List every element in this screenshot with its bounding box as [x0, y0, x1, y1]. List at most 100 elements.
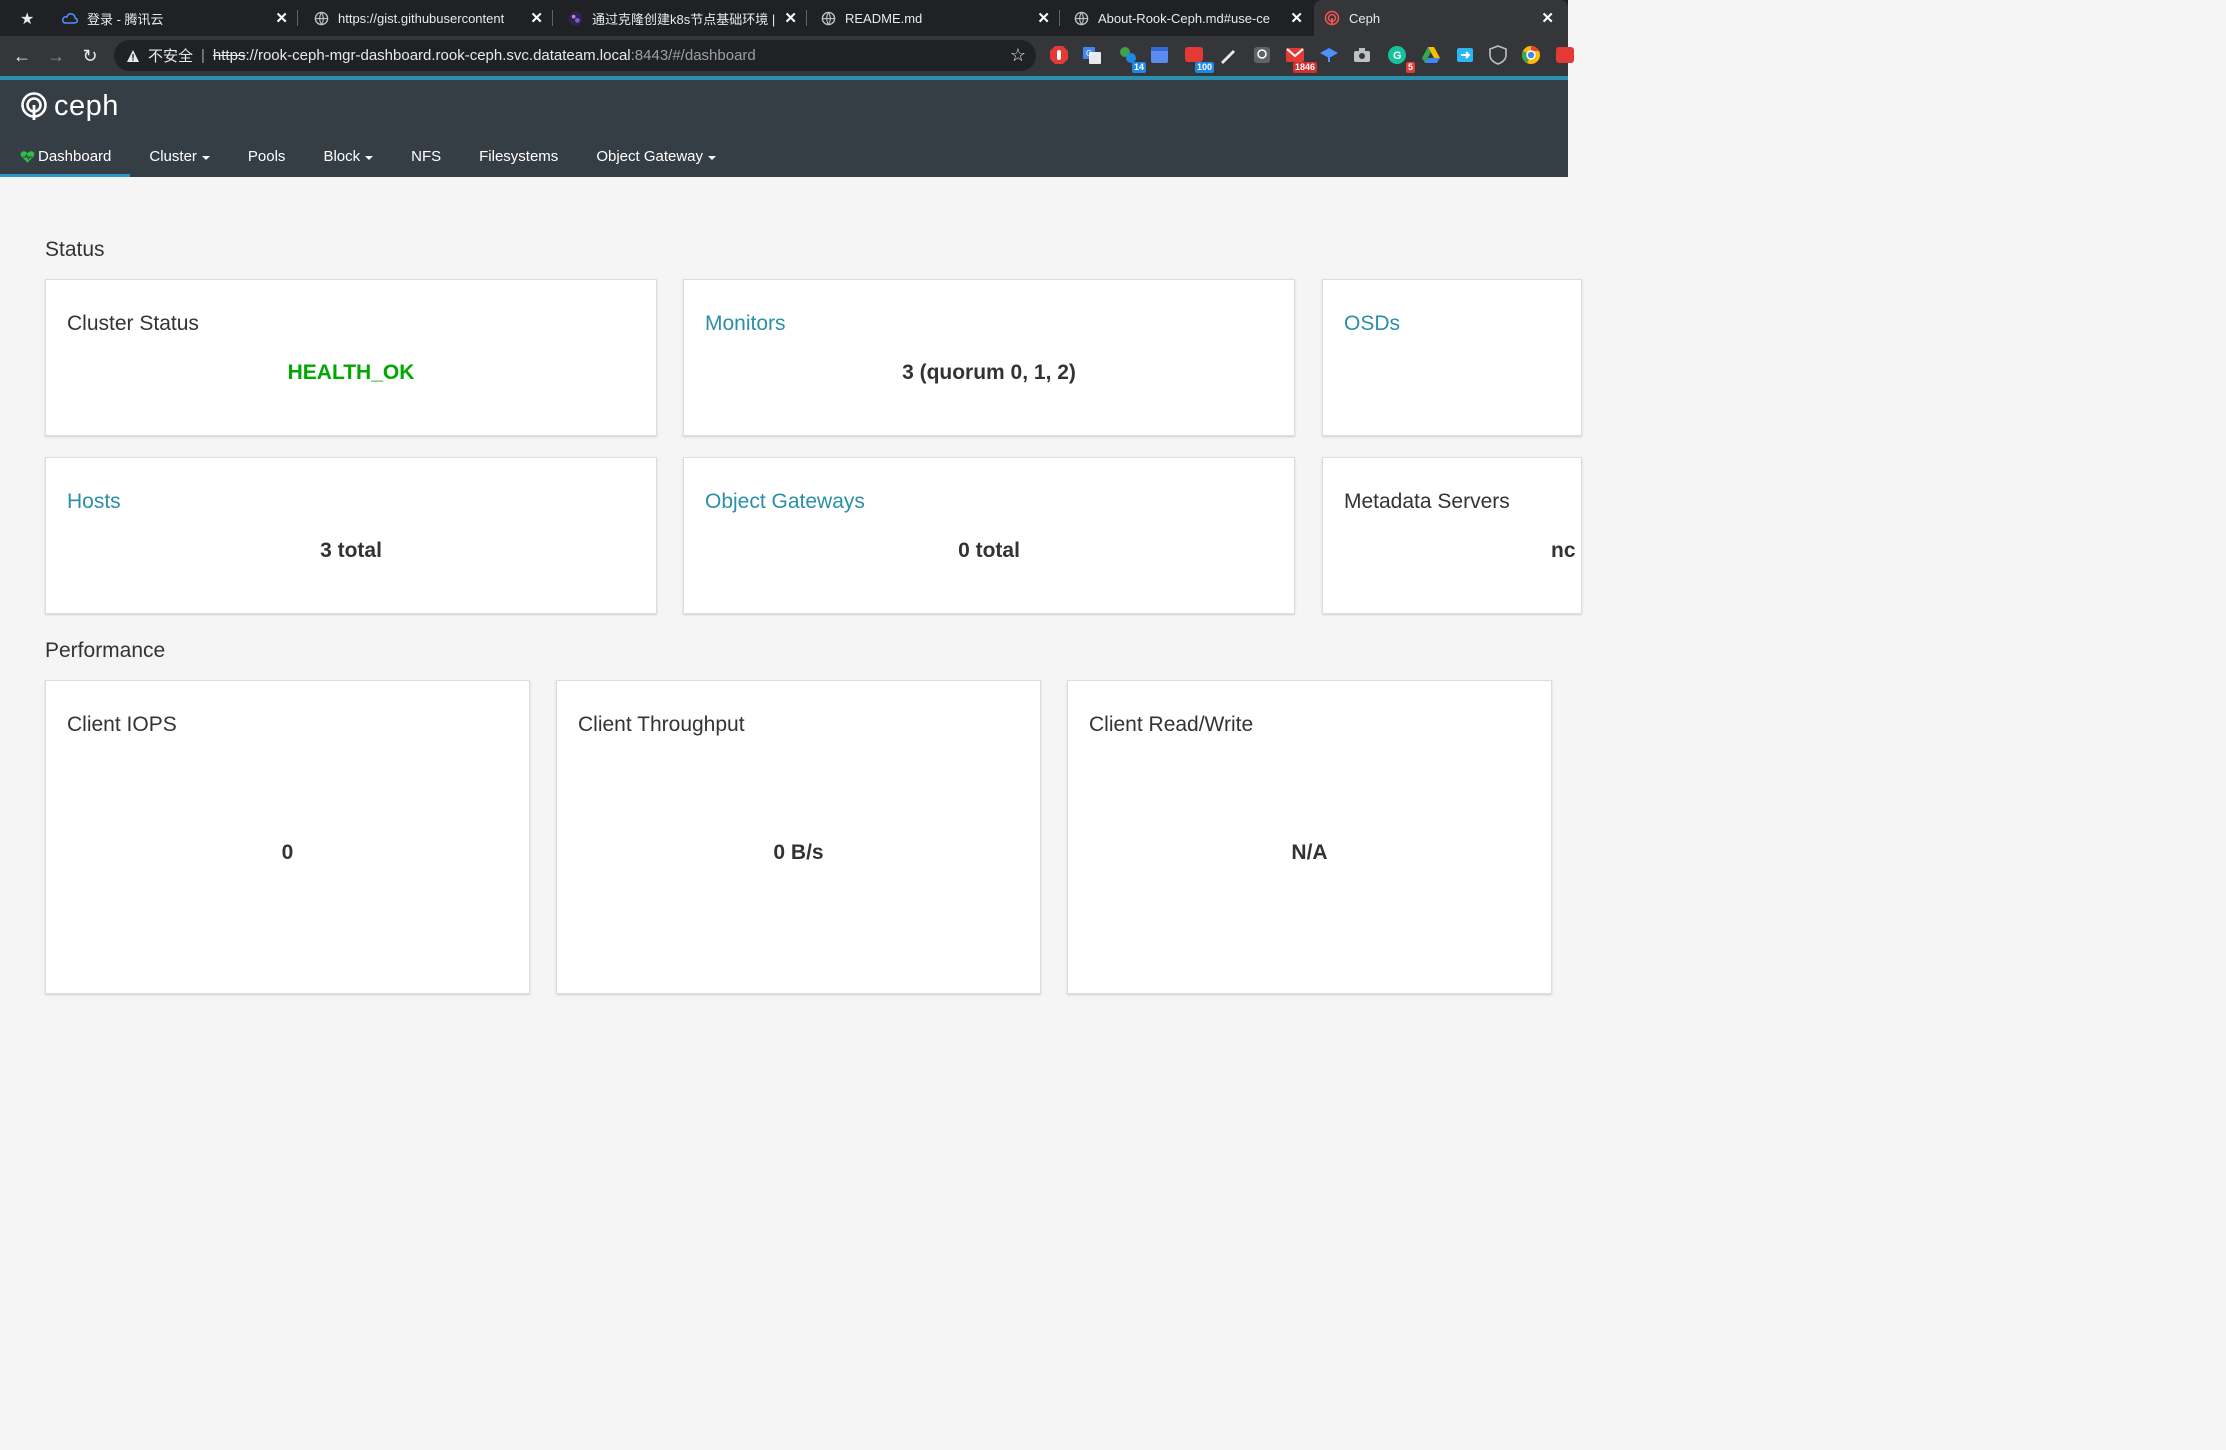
- camera-icon[interactable]: [1352, 45, 1374, 67]
- ceph-navbar: ceph Dashboard Cluster Pools Block NFS F…: [0, 80, 1568, 177]
- tab-separator: [297, 10, 298, 26]
- tab-about-rook-ceph[interactable]: About-Rook-Ceph.md#use-ce ✕: [1063, 0, 1313, 36]
- tab-separator: [552, 10, 553, 26]
- tab-title: README.md: [845, 10, 923, 26]
- nav-filesystems[interactable]: Filesystems: [460, 136, 577, 177]
- nav-pools[interactable]: Pools: [229, 136, 305, 177]
- client-read-write-card: Client Read/Write N/A: [1067, 680, 1552, 994]
- green-extension-icon[interactable]: 14: [1118, 45, 1146, 73]
- url-scheme: https: [212, 47, 246, 64]
- nav-filesystems-label: Filesystems: [479, 148, 559, 165]
- close-icon[interactable]: ✕: [275, 9, 288, 27]
- ceph-logo[interactable]: ceph: [20, 90, 119, 123]
- share-icon[interactable]: [1455, 45, 1477, 67]
- performance-heading: Performance: [45, 639, 166, 662]
- tab-separator: [806, 10, 807, 26]
- tab-title: Ceph: [1349, 10, 1381, 26]
- nav-object-gateway[interactable]: Object Gateway: [577, 136, 735, 177]
- osds-link[interactable]: OSDs: [1344, 312, 1400, 336]
- nav-dashboard[interactable]: Dashboard: [0, 136, 131, 177]
- close-icon[interactable]: ✕: [1290, 9, 1303, 27]
- hosts-card: Hosts 3 total: [45, 457, 657, 614]
- translate-icon[interactable]: G: [1082, 45, 1104, 67]
- extension-badge: 100: [1194, 62, 1214, 73]
- adblock-icon[interactable]: [1049, 45, 1071, 67]
- globe-icon: [1073, 10, 1089, 26]
- cloud-icon: [62, 10, 78, 26]
- red-extension-icon[interactable]: [1555, 45, 1577, 67]
- globe-icon: [820, 10, 836, 26]
- pen-icon[interactable]: [1218, 45, 1240, 67]
- object-gateways-card: Object Gateways 0 total: [683, 457, 1295, 614]
- tab-tencent-cloud[interactable]: 登录 - 腾讯云 ✕: [52, 0, 298, 36]
- url-host: ://rook-ceph-mgr-dashboard.rook-ceph.svc…: [245, 47, 631, 64]
- cluster-status-title: Cluster Status: [67, 312, 199, 335]
- nav-pools-label: Pools: [247, 148, 286, 165]
- monitors-link[interactable]: Monitors: [705, 312, 786, 336]
- tab-separator: [1059, 10, 1060, 26]
- caret-down-icon: [201, 155, 210, 160]
- nav-block-label: Block: [323, 148, 361, 165]
- drive-icon[interactable]: [1421, 45, 1443, 67]
- browser-tab-strip: ★ 登录 - 腾讯云 ✕ https://gist.githubusercont…: [0, 0, 1568, 36]
- forward-icon[interactable]: →: [44, 44, 68, 68]
- close-icon[interactable]: ✕: [530, 9, 543, 27]
- bookmark-star-icon[interactable]: ☆: [1010, 45, 1026, 66]
- mail-icon[interactable]: 100: [1184, 45, 1214, 73]
- divider: |: [201, 47, 205, 64]
- cluster-status-card: Cluster Status HEALTH_OK: [45, 279, 657, 436]
- avatar-icon: [567, 10, 583, 26]
- security-label: 不安全: [148, 48, 194, 65]
- tab-k8s-clone[interactable]: 通过克隆创建k8s节点基础环境 | ✕: [557, 0, 807, 36]
- client-read-write-value: N/A: [1291, 841, 1328, 864]
- status-heading: Status: [45, 238, 105, 261]
- nav-cluster[interactable]: Cluster: [130, 136, 229, 177]
- chrome-icon[interactable]: [1521, 45, 1543, 67]
- tab-readme[interactable]: README.md ✕: [810, 0, 1060, 36]
- tab-ceph[interactable]: Ceph ✕: [1314, 0, 1568, 36]
- address-bar[interactable]: 不安全 | https ://rook-ceph-mgr-dashboard.r…: [114, 40, 1036, 71]
- monitors-value: 3 (quorum 0, 1, 2): [902, 361, 1076, 384]
- metadata-servers-card: Metadata Servers nc: [1322, 457, 1582, 614]
- heart-icon: [20, 150, 35, 163]
- close-icon[interactable]: ✕: [1541, 9, 1554, 27]
- tab-title: 登录 - 腾讯云: [87, 11, 164, 27]
- calendar-icon[interactable]: [1150, 45, 1172, 67]
- object-gateways-link[interactable]: Object Gateways: [705, 490, 865, 514]
- monitors-card: Monitors 3 (quorum 0, 1, 2): [683, 279, 1295, 436]
- globe-icon: [313, 10, 329, 26]
- gmail-icon[interactable]: 1846: [1285, 45, 1317, 73]
- metadata-servers-value: nc: [1551, 539, 1576, 562]
- url-path: :8443/#/dashboard: [630, 47, 756, 64]
- client-iops-title: Client IOPS: [67, 713, 177, 736]
- close-icon[interactable]: ✕: [1037, 9, 1050, 27]
- svg-text:G: G: [1086, 49, 1092, 58]
- nav-block[interactable]: Block: [304, 136, 392, 177]
- grammarly-icon[interactable]: G 5: [1387, 45, 1415, 73]
- client-read-write-title: Client Read/Write: [1089, 713, 1254, 736]
- metadata-servers-title: Metadata Servers: [1344, 490, 1510, 513]
- cluster-status-value: HEALTH_OK: [287, 361, 415, 384]
- hosts-link[interactable]: Hosts: [67, 490, 121, 514]
- main-menu: Dashboard Cluster Pools Block NFS Filesy…: [0, 136, 735, 177]
- close-icon[interactable]: ✕: [784, 9, 797, 27]
- client-throughput-card: Client Throughput 0 B/s: [556, 680, 1041, 994]
- client-throughput-value: 0 B/s: [773, 841, 824, 864]
- ceph-logo-icon: [21, 91, 47, 120]
- caret-down-icon: [365, 155, 374, 160]
- lightbulb-icon[interactable]: [1252, 45, 1274, 67]
- graduation-cap-icon[interactable]: [1319, 45, 1341, 67]
- nav-nfs[interactable]: NFS: [392, 136, 460, 177]
- tab-title: About-Rook-Ceph.md#use-ce: [1098, 10, 1270, 26]
- shield-icon[interactable]: [1488, 45, 1510, 67]
- tab-gist[interactable]: https://gist.githubusercontent ✕: [303, 0, 553, 36]
- svg-text:G: G: [1393, 50, 1402, 62]
- extension-badge: 5: [1405, 62, 1415, 73]
- browser-toolbar: ← → ↻ 不安全 | https ://rook-ceph-mgr-dashb…: [0, 36, 1574, 76]
- osds-card: OSDs: [1322, 279, 1582, 436]
- client-iops-value: 0: [281, 841, 294, 864]
- back-icon[interactable]: ←: [10, 44, 34, 68]
- reload-icon[interactable]: ↻: [78, 44, 102, 68]
- bookmark-star-icon[interactable]: ★: [20, 9, 34, 29]
- client-iops-card: Client IOPS 0: [45, 680, 530, 994]
